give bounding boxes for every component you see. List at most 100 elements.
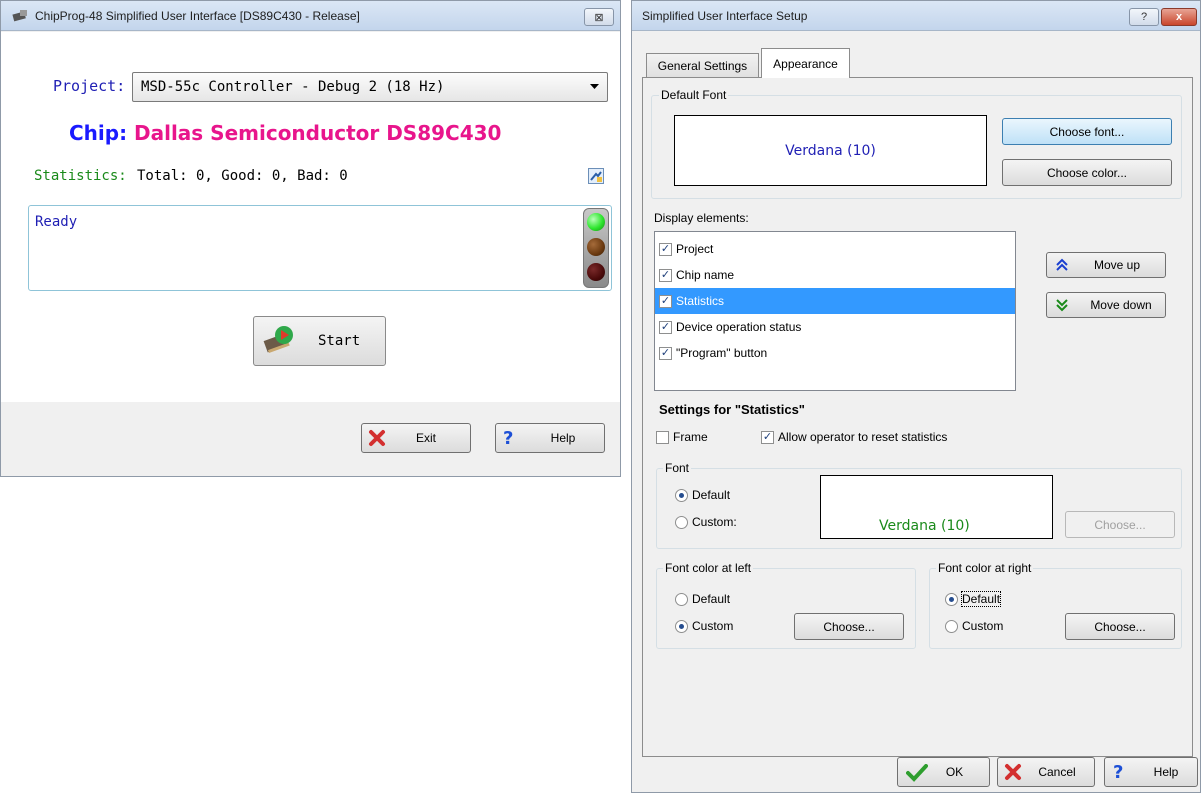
question-icon: ? — [1113, 762, 1124, 783]
dialog-title: Simplified User Interface Setup — [642, 8, 808, 23]
font-custom-option[interactable]: Custom: — [675, 515, 737, 529]
help-button[interactable]: ? Help — [495, 423, 605, 453]
list-item-program-button[interactable]: ✓ "Program" button — [655, 340, 1015, 366]
status-light-green — [587, 213, 605, 231]
cancel-label: Cancel — [1038, 765, 1076, 779]
list-item-device-status[interactable]: ✓ Device operation status — [655, 314, 1015, 340]
close-x-icon — [1004, 763, 1022, 781]
font-default-radio[interactable] — [675, 488, 688, 502]
display-elements-label: Display elements: — [654, 211, 749, 225]
close-icon: x — [1175, 11, 1183, 23]
close-button[interactable]: ⊠ — [584, 8, 614, 26]
left-custom-option[interactable]: Custom — [675, 619, 733, 633]
right-choose-label: Choose... — [1094, 619, 1146, 634]
right-choose-button[interactable]: Choose... — [1065, 613, 1175, 640]
project-label: Project: — [53, 77, 126, 95]
context-help-button[interactable]: ? — [1129, 8, 1159, 26]
window-title: ChipProg-48 Simplified User Interface [D… — [35, 8, 360, 23]
right-custom-label: Custom — [962, 619, 1004, 633]
project-select-value: MSD-55c Controller - Debug 2 (18 Hz) — [141, 79, 445, 95]
right-custom-radio[interactable] — [945, 619, 958, 633]
checkbox-device-status[interactable]: ✓ — [659, 320, 672, 334]
chip-play-icon — [262, 325, 296, 355]
help-label: Help — [550, 431, 576, 445]
cancel-button[interactable]: Cancel — [997, 757, 1095, 787]
ok-button[interactable]: OK — [897, 757, 990, 787]
chevron-down-icon — [590, 84, 599, 90]
close-x-icon — [368, 429, 386, 447]
right-custom-option[interactable]: Custom — [945, 619, 1003, 633]
start-button[interactable]: Start — [253, 316, 386, 366]
tab-general-settings-label: General Settings — [657, 58, 748, 73]
list-item-label: "Program" button — [676, 346, 768, 360]
allow-reset-label: Allow operator to reset statistics — [778, 430, 948, 444]
chipprog-titlebar[interactable]: ChipProg-48 Simplified User Interface [D… — [1, 1, 620, 31]
question-icon: ? — [1140, 11, 1148, 23]
choose-font-button[interactable]: Choose font... — [1002, 118, 1172, 145]
checkbox-project[interactable]: ✓ — [659, 242, 672, 256]
left-default-label: Default — [692, 592, 731, 606]
settings-heading: Settings for "Statistics" — [659, 402, 805, 417]
checkbox-chip-name[interactable]: ✓ — [659, 268, 672, 282]
left-choose-button[interactable]: Choose... — [794, 613, 904, 640]
font-choose-button[interactable]: Choose... — [1065, 511, 1175, 538]
default-font-preview-text: Verdana (10) — [785, 142, 876, 159]
allow-reset-checkbox[interactable]: ✓ — [761, 430, 774, 444]
chip-app-icon — [11, 9, 29, 23]
close-button[interactable]: x — [1161, 8, 1197, 26]
font-preview: Verdana (10) — [820, 475, 1053, 539]
statistics-value: Total: 0, Good: 0, Bad: 0 — [137, 168, 348, 184]
frame-option[interactable]: Frame — [656, 430, 708, 444]
left-custom-radio[interactable] — [675, 619, 688, 633]
move-down-button[interactable]: Move down — [1046, 292, 1166, 318]
question-icon: ? — [503, 428, 514, 449]
frame-checkbox[interactable] — [656, 430, 669, 444]
exit-button[interactable]: Exit — [361, 423, 471, 453]
list-item-label: Project — [676, 242, 714, 256]
help-button[interactable]: ? Help — [1104, 757, 1198, 787]
ok-label: OK — [945, 765, 964, 779]
checkbox-program-button[interactable]: ✓ — [659, 346, 672, 360]
traffic-light — [583, 208, 609, 288]
font-custom-radio[interactable] — [675, 515, 688, 529]
help-label: Help — [1153, 765, 1179, 779]
font-preview-text: Verdana (10) — [879, 518, 970, 534]
default-font-group-label: Default Font — [659, 88, 729, 102]
left-color-group-label: Font color at left — [663, 561, 754, 575]
list-item-statistics[interactable]: ✓ Statistics — [655, 288, 1015, 314]
left-default-radio[interactable] — [675, 592, 688, 606]
right-default-option[interactable]: Default — [945, 591, 1002, 607]
reset-statistics-icon[interactable] — [588, 168, 604, 184]
close-icon: ⊠ — [594, 11, 604, 24]
choose-color-label: Choose color... — [1046, 165, 1128, 180]
status-light-red — [587, 263, 605, 281]
list-item-project[interactable]: ✓ Project — [655, 236, 1015, 262]
project-select[interactable]: MSD-55c Controller - Debug 2 (18 Hz) — [132, 72, 608, 102]
font-default-label: Default — [692, 488, 731, 502]
chip-name: Dallas Semiconductor DS89C430 — [134, 121, 502, 145]
double-chevron-up-icon — [1055, 258, 1069, 272]
exit-label: Exit — [415, 431, 436, 445]
list-item-label: Device operation status — [676, 320, 802, 334]
move-up-button[interactable]: Move up — [1046, 252, 1166, 278]
status-light-yellow — [587, 238, 605, 256]
display-elements-list[interactable]: ✓ Project ✓ Chip name ✓ Statistics ✓ Dev… — [654, 231, 1016, 391]
setup-dialog: Simplified User Interface Setup ? x Gene… — [631, 0, 1201, 793]
list-item-label: Chip name — [676, 268, 735, 282]
font-default-option[interactable]: Default — [675, 488, 730, 502]
setup-titlebar[interactable]: Simplified User Interface Setup ? x — [632, 1, 1200, 31]
allow-reset-option[interactable]: ✓ Allow operator to reset statistics — [761, 430, 947, 444]
right-default-label: Default — [960, 591, 1002, 607]
choose-color-button[interactable]: Choose color... — [1002, 159, 1172, 186]
left-custom-label: Custom — [692, 619, 734, 633]
checkbox-statistics[interactable]: ✓ — [659, 294, 672, 308]
list-item-chip-name[interactable]: ✓ Chip name — [655, 262, 1015, 288]
tab-general-settings[interactable]: General Settings — [646, 53, 759, 77]
left-default-option[interactable]: Default — [675, 592, 730, 606]
double-chevron-down-icon — [1055, 298, 1069, 312]
frame-label: Frame — [673, 430, 708, 444]
move-down-label: Move down — [1090, 298, 1152, 312]
font-choose-label: Choose... — [1094, 517, 1146, 532]
right-default-radio[interactable] — [945, 592, 958, 606]
tab-appearance[interactable]: Appearance — [761, 48, 850, 78]
